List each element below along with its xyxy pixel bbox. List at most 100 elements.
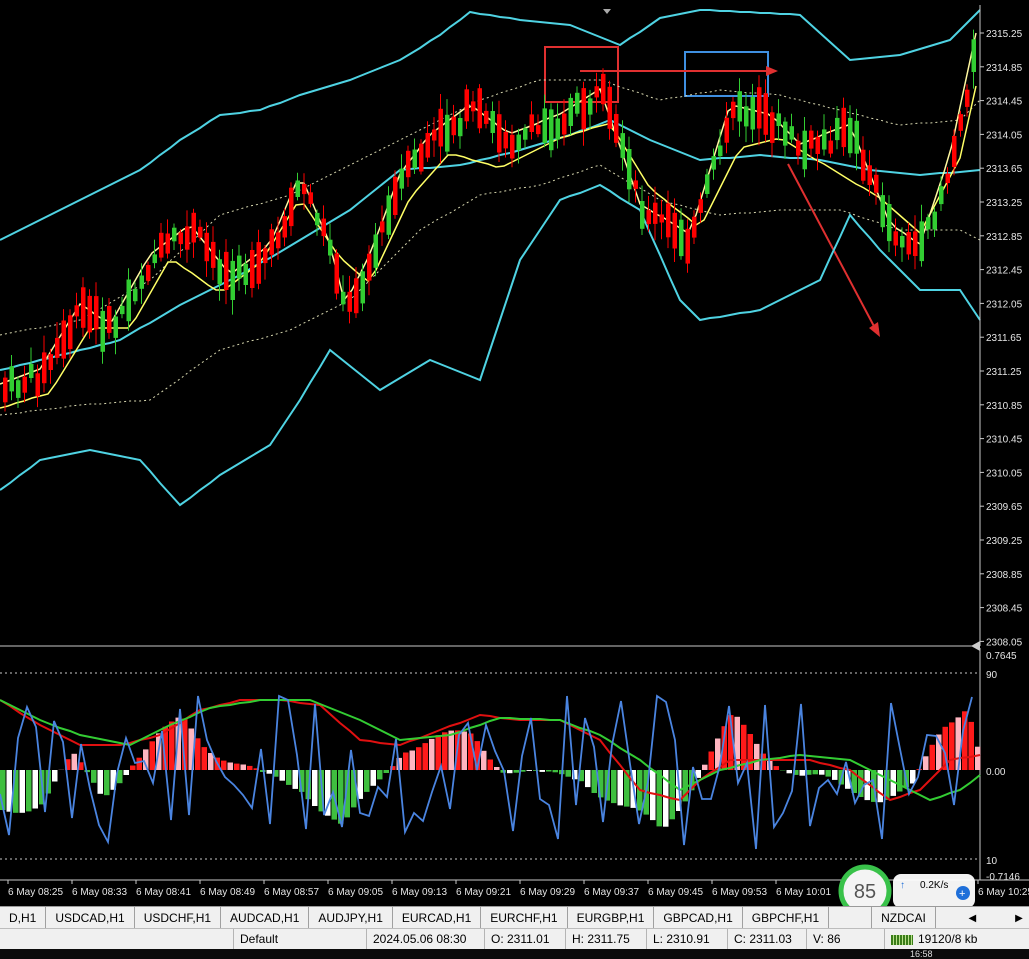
bear-candle (841, 107, 846, 148)
bear-candle (646, 210, 651, 225)
bear-candle (87, 295, 92, 333)
bull-candle (113, 316, 118, 338)
histogram-bar (383, 770, 389, 773)
histogram-bar (19, 770, 25, 813)
bull-candle (523, 128, 528, 140)
bull-candle (217, 259, 222, 285)
bear-candle (464, 89, 469, 122)
histogram-bar (364, 770, 370, 792)
bull-candle (516, 134, 521, 151)
bull-candle (412, 149, 417, 168)
status-volume: V: 86 (806, 929, 883, 950)
tab-scroll-left-icon[interactable]: ◀ (962, 913, 982, 924)
histogram-bar (429, 738, 435, 770)
bull-candle (172, 227, 177, 242)
status-low: L: 2310.91 (646, 929, 725, 950)
bear-candle (334, 253, 339, 294)
histogram-bar (611, 770, 617, 804)
tab-symbol[interactable]: EURCHF,H1 (481, 907, 568, 929)
bear-candle (250, 250, 255, 288)
histogram-bar (26, 770, 32, 812)
price-label: 2308.45 (986, 604, 1023, 615)
bull-candle (126, 279, 131, 322)
bull-candle (373, 234, 378, 268)
bear-candle (503, 131, 508, 149)
histogram-bar (929, 744, 935, 770)
price-label: 2309.25 (986, 536, 1023, 547)
taskbar-strip: 16:58 (0, 949, 1029, 959)
histogram-bar (656, 770, 662, 827)
bear-candle (380, 221, 385, 233)
price-label: 2314.45 (986, 97, 1023, 108)
tab-symbol[interactable]: AUDCAD,H1 (221, 907, 310, 929)
bull-candle (575, 92, 580, 114)
bear-candle (185, 226, 190, 250)
tab-symbol[interactable]: D,H1 (0, 907, 47, 929)
histogram-bar (357, 770, 363, 799)
histogram-bar (747, 734, 753, 770)
price-label: 2313.25 (986, 198, 1023, 209)
bear-candle (425, 133, 430, 158)
bull-candle (750, 97, 755, 130)
bear-candle (757, 87, 762, 129)
bull-candle (295, 180, 300, 197)
bear-candle (22, 376, 27, 393)
tab-scroll-right-icon[interactable]: ▶ (1009, 913, 1029, 924)
bear-candle (906, 232, 911, 255)
status-datetime: 2024.05.06 08:30 (366, 929, 481, 950)
tab-symbol[interactable]: NZDCAI (872, 907, 936, 929)
bull-candle (315, 212, 320, 226)
time-label: 6 May 09:37 (584, 887, 639, 898)
histogram-bar (708, 751, 714, 770)
traffic-value: 19120/8 kb (918, 932, 978, 946)
tab-symbol[interactable]: EURCAD,H1 (393, 907, 482, 929)
histogram-bar (208, 753, 214, 770)
time-label: 6 May 09:29 (520, 887, 575, 898)
bear-candle (74, 305, 79, 317)
status-open: O: 2311.01 (484, 929, 563, 950)
tab-symbol[interactable]: AUDJPY,H1 (309, 907, 393, 929)
status-high: H: 2311.75 (565, 929, 644, 950)
bull-candle (490, 111, 495, 133)
price-label: 2314.05 (986, 130, 1023, 141)
bear-candle (191, 212, 196, 243)
histogram-bar (195, 738, 201, 770)
bull-candle (458, 118, 463, 137)
bear-candle (347, 291, 352, 312)
price-chart[interactable]: 2315.25 2314.85 2314.45 2314.05 2313.65 2313.… (0, 0, 1029, 906)
status-close: C: 2311.03 (727, 929, 806, 950)
price-label: 2312.45 (986, 266, 1023, 277)
histogram-bar (32, 770, 38, 809)
histogram-bar (221, 760, 227, 770)
bear-candle (653, 202, 658, 224)
bear-candle (81, 287, 86, 328)
bull-candle (243, 263, 248, 285)
bull-candle (237, 255, 242, 279)
upload-arrow-icon: ↑ (900, 880, 905, 891)
bull-candle (16, 380, 21, 398)
histogram-bar (422, 743, 428, 770)
tab-symbol[interactable]: EURGBP,H1 (568, 907, 655, 929)
tab-symbol[interactable] (829, 907, 873, 929)
bear-candle (958, 114, 963, 131)
histogram-bar (481, 750, 487, 770)
bear-candle (68, 315, 73, 350)
time-label: 6 May 09:21 (456, 887, 511, 898)
bull-candle (9, 366, 14, 392)
tab-symbol[interactable]: USDCAD,H1 (46, 907, 135, 929)
tab-symbol[interactable]: GBPCAD,H1 (654, 907, 743, 929)
histogram-bar (526, 770, 532, 771)
bull-candle (926, 217, 931, 230)
time-label: 6 May 10:01 (776, 887, 831, 898)
bull-candle (718, 145, 723, 157)
histogram-bar (97, 770, 103, 794)
tab-symbol[interactable]: GBPCHF,H1 (743, 907, 830, 929)
histogram-bar (123, 770, 129, 775)
histogram-bar (71, 753, 77, 770)
bull-candle (341, 291, 346, 305)
price-label: 2311.65 (986, 333, 1022, 344)
bear-candle (666, 203, 671, 238)
net-speed: 0.2K/s (920, 880, 948, 891)
bear-candle (614, 114, 619, 143)
tab-symbol[interactable]: USDCHF,H1 (135, 907, 222, 929)
